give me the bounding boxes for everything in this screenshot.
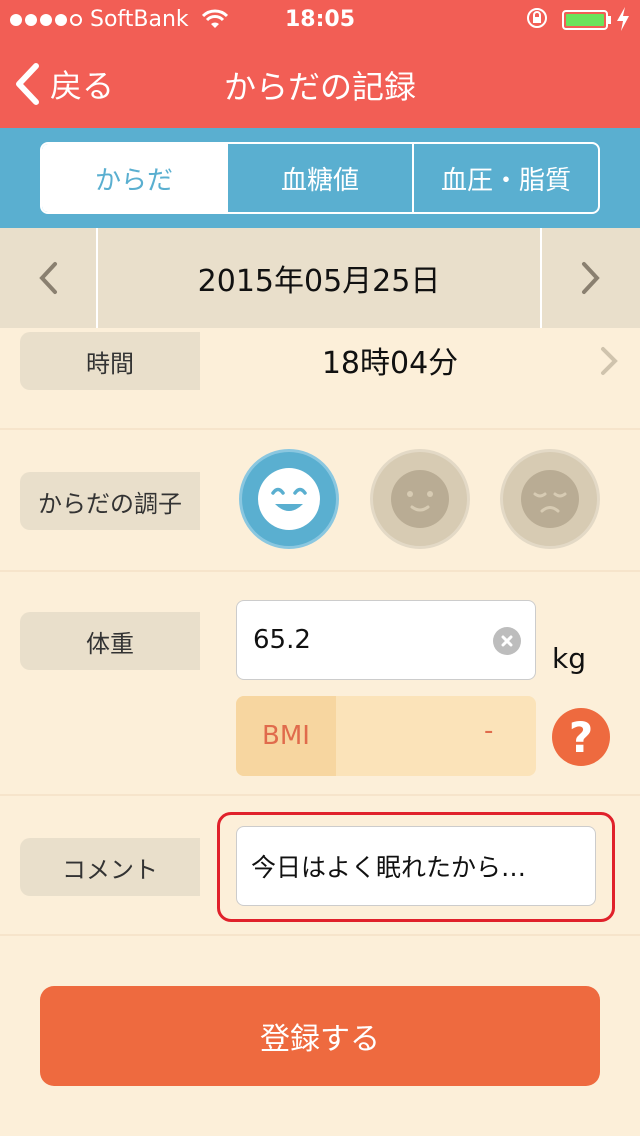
bmi-value: -	[484, 716, 494, 746]
time-label: 時間	[20, 332, 200, 390]
divider	[0, 794, 640, 796]
weight-unit: kg	[552, 642, 586, 675]
time-value[interactable]: 18時04分	[200, 338, 580, 382]
condition-normal-button[interactable]	[370, 449, 470, 549]
chevron-right-icon	[582, 262, 600, 294]
condition-label: からだの調子	[20, 472, 200, 530]
bmi-display: BMI -	[236, 696, 536, 776]
question-icon: ?	[568, 712, 594, 762]
header: SoftBank 18:05 戻る からだの記録	[0, 0, 640, 128]
chevron-left-icon	[39, 262, 57, 294]
divider	[0, 570, 640, 572]
register-button[interactable]: 登録する	[40, 986, 600, 1086]
clear-input-button[interactable]	[493, 627, 521, 655]
divider	[0, 934, 640, 936]
comment-label: コメント	[20, 838, 200, 896]
page-title: からだの記録	[223, 68, 416, 106]
rotation-lock-icon	[527, 8, 547, 28]
next-date-button[interactable]	[540, 228, 640, 328]
comment-input[interactable]: 今日はよく眠れたから…	[236, 826, 596, 906]
charging-icon	[617, 7, 629, 31]
date-label: 2015年05月25日	[197, 264, 441, 299]
previous-date-button[interactable]	[0, 228, 98, 328]
chevron-right-icon[interactable]	[600, 346, 618, 376]
date-navigator: 2015年05月25日	[0, 228, 640, 328]
segmented-control: からだ 血糖値 血圧・脂質	[40, 142, 600, 214]
clear-icon	[501, 635, 513, 647]
weight-input[interactable]: 65.2	[236, 600, 536, 680]
bmi-label: BMI	[236, 696, 336, 776]
smile-face-icon	[258, 468, 320, 530]
divider	[0, 428, 640, 430]
tab-blood-pressure-lipid[interactable]: 血圧・脂質	[412, 144, 598, 212]
tab-karada[interactable]: からだ	[42, 144, 226, 212]
battery-icon	[562, 10, 608, 30]
neutral-face-icon	[391, 470, 449, 528]
battery-nub	[608, 16, 611, 24]
status-bar: SoftBank 18:05	[0, 0, 640, 40]
sad-face-icon	[521, 470, 579, 528]
condition-bad-button[interactable]	[500, 449, 600, 549]
weight-label: 体重	[20, 612, 200, 670]
condition-good-button[interactable]	[239, 449, 339, 549]
tab-bar: からだ 血糖値 血圧・脂質	[0, 128, 640, 228]
bmi-help-button[interactable]: ?	[552, 708, 610, 766]
tab-blood-sugar[interactable]: 血糖値	[226, 144, 412, 212]
